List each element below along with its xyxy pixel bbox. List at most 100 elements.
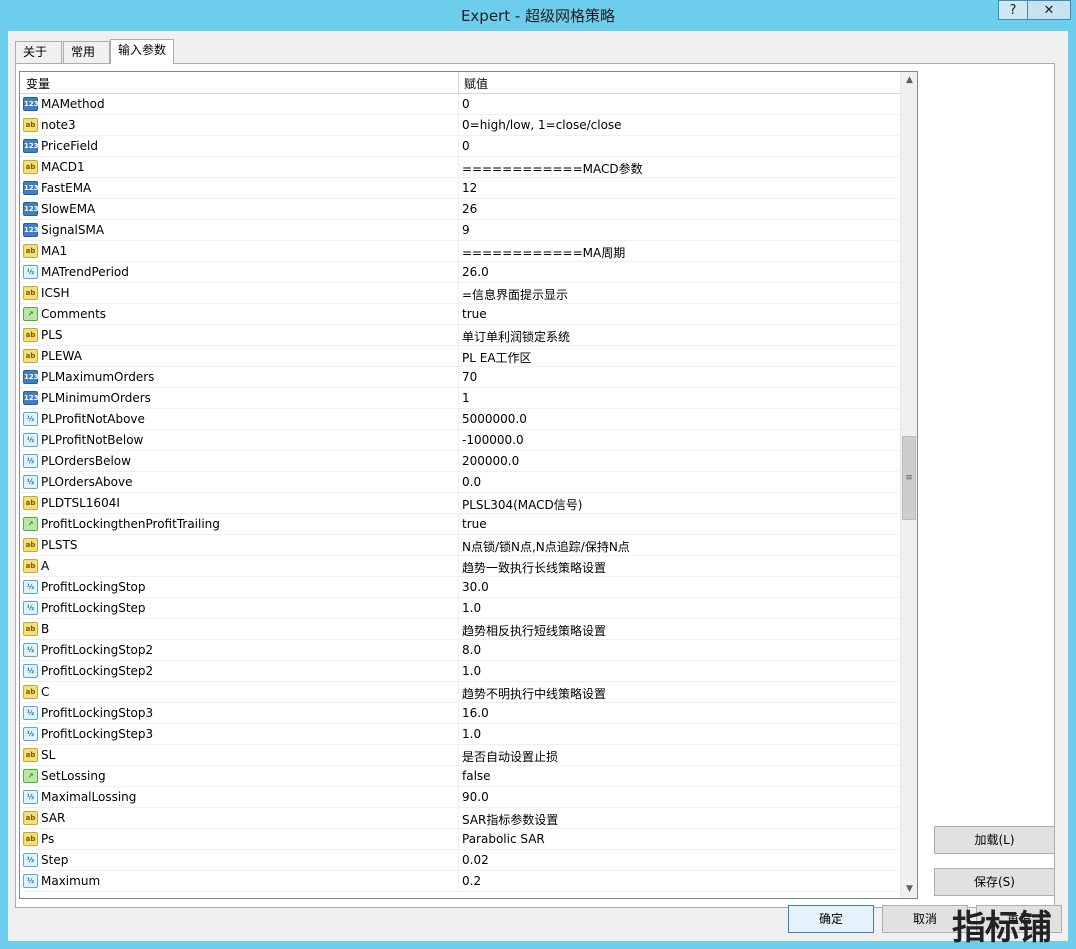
table-row[interactable]: 123 SlowEMA 26 [20,199,900,220]
variable-value[interactable]: N点锁/锁N点,N点追踪/保持N点 [462,538,630,555]
variable-value[interactable]: 26 [462,202,477,216]
variable-value[interactable]: 单订单利润锁定系统 [462,328,570,345]
table-row[interactable]: ab SAR SAR指标参数设置 [20,808,900,829]
table-row[interactable]: ↗ ProfitLockingthenProfitTrailing true [20,514,900,535]
column-header-variable[interactable]: 变量 [26,75,50,92]
table-row[interactable]: 123 FastEMA 12 [20,178,900,199]
ok-button[interactable]: 确定 [788,905,874,933]
table-row[interactable]: ab PLEWA PL EA工作区 [20,346,900,367]
str-type-icon: ab [23,622,38,636]
load-button[interactable]: 加载(L) [934,826,1055,854]
variable-value[interactable]: 是否自动设置止损 [462,748,558,765]
table-row[interactable]: ↗ Comments true [20,304,900,325]
variable-value[interactable]: 0 [462,97,470,111]
scroll-up-arrow-icon[interactable]: ▲ [901,72,917,89]
table-row[interactable]: ½ ProfitLockingStep3 1.0 [20,724,900,745]
tab-common[interactable]: 常用 [63,41,110,63]
table-row[interactable]: ab SL 是否自动设置止损 [20,745,900,766]
table-row[interactable]: ab MA1 ============MA周期 [20,241,900,262]
variable-value[interactable]: 0 [462,139,470,153]
variable-cell: ½ ProfitLockingStop3 [20,703,459,723]
table-row[interactable]: ab A 趋势一致执行长线策略设置 [20,556,900,577]
help-button[interactable]: ? [998,0,1028,20]
table-row[interactable]: ab MACD1 ============MACD参数 [20,157,900,178]
variable-value[interactable]: 趋势相反执行短线策略设置 [462,622,606,639]
variable-value[interactable]: ============MACD参数 [462,160,643,177]
table-row[interactable]: ½ PLProfitNotBelow -100000.0 [20,430,900,451]
tab-inputs[interactable]: 输入参数 [110,39,174,64]
table-row[interactable]: ab C 趋势不明执行中线策略设置 [20,682,900,703]
table-row[interactable]: ½ PLOrdersAbove 0.0 [20,472,900,493]
variable-value[interactable]: 26.0 [462,265,489,279]
table-row[interactable]: ab Ps Parabolic SAR [20,829,900,850]
variable-value[interactable]: true [462,307,487,321]
variable-value[interactable]: ============MA周期 [462,244,625,261]
vertical-scrollbar[interactable]: ▲ ≡ ▼ [900,72,917,898]
variable-cell: ½ Maximum [20,871,459,891]
variable-value[interactable]: 5000000.0 [462,412,527,426]
variable-name: ProfitLockingStep3 [41,727,154,741]
variable-value[interactable]: 趋势一致执行长线策略设置 [462,559,606,576]
variable-value[interactable]: 200000.0 [462,454,519,468]
tab-about[interactable]: 关于 [15,41,62,63]
variable-value[interactable]: true [462,517,487,531]
table-row[interactable]: ab PLDTSL1604I PLSL304(MACD信号) [20,493,900,514]
table-row[interactable]: 123 PLMaximumOrders 70 [20,367,900,388]
variable-value[interactable]: 90.0 [462,790,489,804]
dbl-type-icon: ½ [23,727,38,741]
scroll-thumb[interactable]: ≡ [902,436,916,520]
table-row[interactable]: ab ICSH =信息界面提示显示 [20,283,900,304]
variable-value[interactable]: 12 [462,181,477,195]
variable-value[interactable]: 0=high/low, 1=close/close [462,118,622,132]
table-row[interactable]: ½ ProfitLockingStop2 8.0 [20,640,900,661]
table-row[interactable]: ½ ProfitLockingStep 1.0 [20,598,900,619]
scroll-down-arrow-icon[interactable]: ▼ [901,881,917,898]
variable-value[interactable]: PL EA工作区 [462,349,532,366]
variable-value[interactable]: 0.02 [462,853,489,867]
variable-value[interactable]: PLSL304(MACD信号) [462,496,582,513]
column-divider[interactable] [458,72,459,94]
variable-value[interactable]: false [462,769,491,783]
int-type-icon: 123 [23,97,39,111]
table-row[interactable]: ½ ProfitLockingStep2 1.0 [20,661,900,682]
table-row[interactable]: ½ MaximalLossing 90.0 [20,787,900,808]
variable-value[interactable]: 8.0 [462,643,481,657]
variable-value[interactable]: 70 [462,370,477,384]
table-row[interactable]: ↗ SetLossing false [20,766,900,787]
close-button[interactable]: ✕ [1027,0,1071,20]
variable-value[interactable]: 1.0 [462,601,481,615]
table-row[interactable]: ½ Maximum 0.2 [20,871,900,892]
variable-value[interactable]: Parabolic SAR [462,832,545,846]
variable-name: PLSTS [41,538,78,552]
table-row[interactable]: ½ PLProfitNotAbove 5000000.0 [20,409,900,430]
table-row[interactable]: ab B 趋势相反执行短线策略设置 [20,619,900,640]
table-row[interactable]: 123 PriceField 0 [20,136,900,157]
table-row[interactable]: ½ PLOrdersBelow 200000.0 [20,451,900,472]
int-type-icon: 123 [23,370,39,384]
variable-value[interactable]: SAR指标参数设置 [462,811,558,828]
table-row[interactable]: ½ ProfitLockingStop 30.0 [20,577,900,598]
table-row[interactable]: ab PLS 单订单利润锁定系统 [20,325,900,346]
table-row[interactable]: ab note3 0=high/low, 1=close/close [20,115,900,136]
table-row[interactable]: ½ Step 0.02 [20,850,900,871]
column-header-value[interactable]: 赋值 [464,75,488,92]
table-row[interactable]: ½ MATrendPeriod 26.0 [20,262,900,283]
variable-value[interactable]: 1.0 [462,664,481,678]
table-row[interactable]: ½ ProfitLockingStop3 16.0 [20,703,900,724]
variable-value[interactable]: 1.0 [462,727,481,741]
table-row[interactable]: 123 PLMinimumOrders 1 [20,388,900,409]
variable-value[interactable]: 0.2 [462,874,481,888]
table-row[interactable]: 123 MAMethod 0 [20,94,900,115]
save-button[interactable]: 保存(S) [934,868,1055,896]
variable-value[interactable]: =信息界面提示显示 [462,286,568,303]
variable-value[interactable]: 趋势不明执行中线策略设置 [462,685,606,702]
table-row[interactable]: 123 SignalSMA 9 [20,220,900,241]
variable-value[interactable]: 9 [462,223,470,237]
table-row[interactable]: ab PLSTS N点锁/锁N点,N点追踪/保持N点 [20,535,900,556]
variable-value[interactable]: 16.0 [462,706,489,720]
bool-type-icon: ↗ [23,769,38,783]
variable-value[interactable]: 30.0 [462,580,489,594]
variable-value[interactable]: 1 [462,391,470,405]
variable-value[interactable]: 0.0 [462,475,481,489]
variable-value[interactable]: -100000.0 [462,433,524,447]
